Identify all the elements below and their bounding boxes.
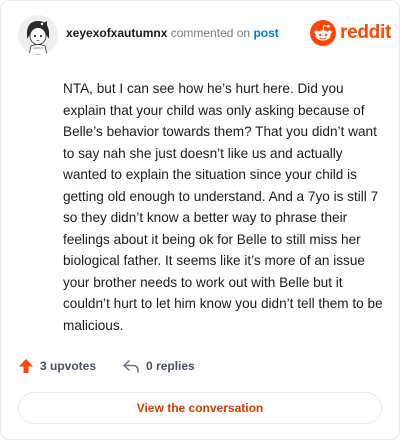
reddit-snoo-icon [310, 20, 336, 46]
commented-on-text: commented on [170, 26, 251, 40]
upvote-action[interactable]: 3 upvotes [18, 358, 96, 374]
reply-count: 0 replies [146, 359, 195, 373]
upvote-arrow-icon [19, 359, 33, 373]
reddit-logo[interactable]: reddit [310, 19, 391, 47]
reply-arrow-icon [123, 360, 139, 373]
comment-embed-card: xeyexofxautumnx commented on post reddit… [0, 0, 400, 440]
comment-actions: 3 upvotes 0 replies [18, 358, 221, 374]
comment-body-text: NTA, but I can see how he’s hurt here. D… [63, 81, 383, 333]
comment-header: xeyexofxautumnx commented on post [66, 26, 279, 40]
reddit-wordmark: reddit [340, 22, 391, 43]
avatar-illustration-icon [18, 15, 58, 55]
post-link[interactable]: post [253, 26, 278, 40]
view-conversation-button[interactable]: View the conversation [18, 392, 382, 424]
upvote-count: 3 upvotes [40, 359, 97, 373]
reply-action[interactable]: 0 replies [122, 358, 195, 374]
username-link[interactable]: xeyexofxautumnx [66, 26, 167, 40]
user-avatar[interactable] [18, 15, 58, 55]
